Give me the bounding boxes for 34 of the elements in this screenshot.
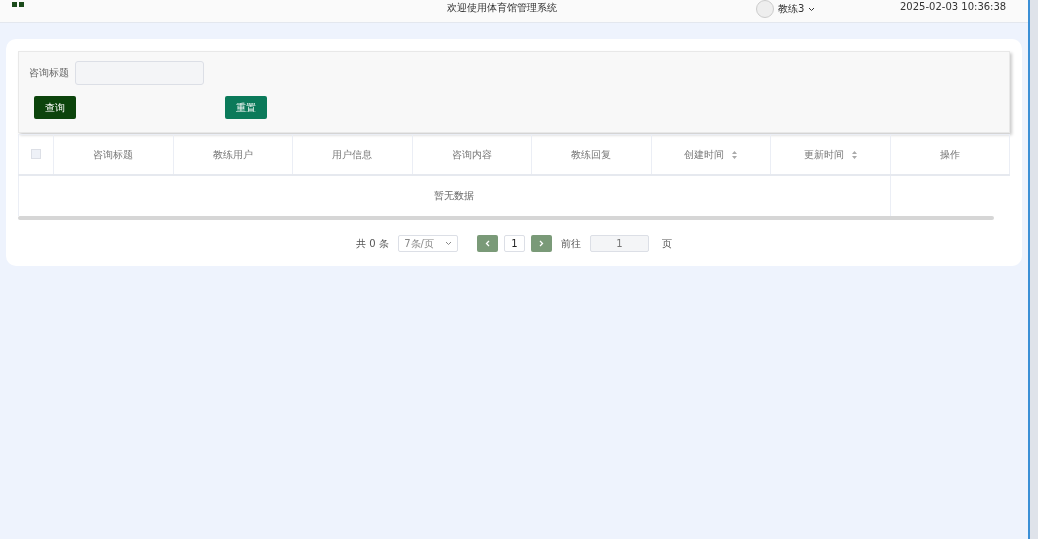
search-button[interactable]: 查询 xyxy=(34,96,76,119)
column-header[interactable]: 更新时间 xyxy=(803,148,844,160)
window-scrollbar[interactable] xyxy=(1028,0,1038,539)
column-header: 教练用户 xyxy=(212,148,253,160)
datetime: 2025-02-03 10:36:38 xyxy=(900,1,1007,12)
prev-page-button[interactable] xyxy=(476,235,498,252)
sort-icon[interactable] xyxy=(851,150,857,159)
next-page-button[interactable] xyxy=(530,235,552,252)
empty-message: 暂无数据 xyxy=(434,190,475,201)
goto-label: 前往 xyxy=(560,236,581,251)
column-header: 咨询标题 xyxy=(93,148,134,160)
user-menu[interactable]: 教练3 xyxy=(778,2,805,16)
goto-page-field[interactable]: 1 xyxy=(589,235,649,252)
total-count: 共 0 条 xyxy=(356,236,389,251)
column-header: 教练回复 xyxy=(571,148,612,160)
reset-button[interactable]: 重置 xyxy=(225,96,267,119)
sort-icon[interactable] xyxy=(732,150,738,159)
column-header: 咨询内容 xyxy=(451,148,492,160)
page-suffix: 页 xyxy=(661,236,672,251)
page-number[interactable]: 1 xyxy=(503,235,525,252)
column-header[interactable]: 创建时间 xyxy=(684,148,725,160)
column-header: 操作 xyxy=(939,148,960,160)
chevron-icon xyxy=(444,241,452,246)
chevron-right-icon xyxy=(538,240,544,247)
chevron-left-icon xyxy=(484,240,490,247)
app-title: 欢迎使用体育馆管理系统 xyxy=(447,1,557,15)
page-size-select[interactable]: 7条/页 xyxy=(397,235,458,252)
chevron-icon[interactable] xyxy=(808,6,816,12)
scrollbar[interactable] xyxy=(18,216,994,220)
grid-icon xyxy=(12,2,24,7)
select-all-checkbox[interactable] xyxy=(31,148,41,159)
search-field[interactable] xyxy=(75,61,204,85)
column-header: 用户信息 xyxy=(332,148,373,160)
field-label: 咨询标题 xyxy=(29,66,69,80)
